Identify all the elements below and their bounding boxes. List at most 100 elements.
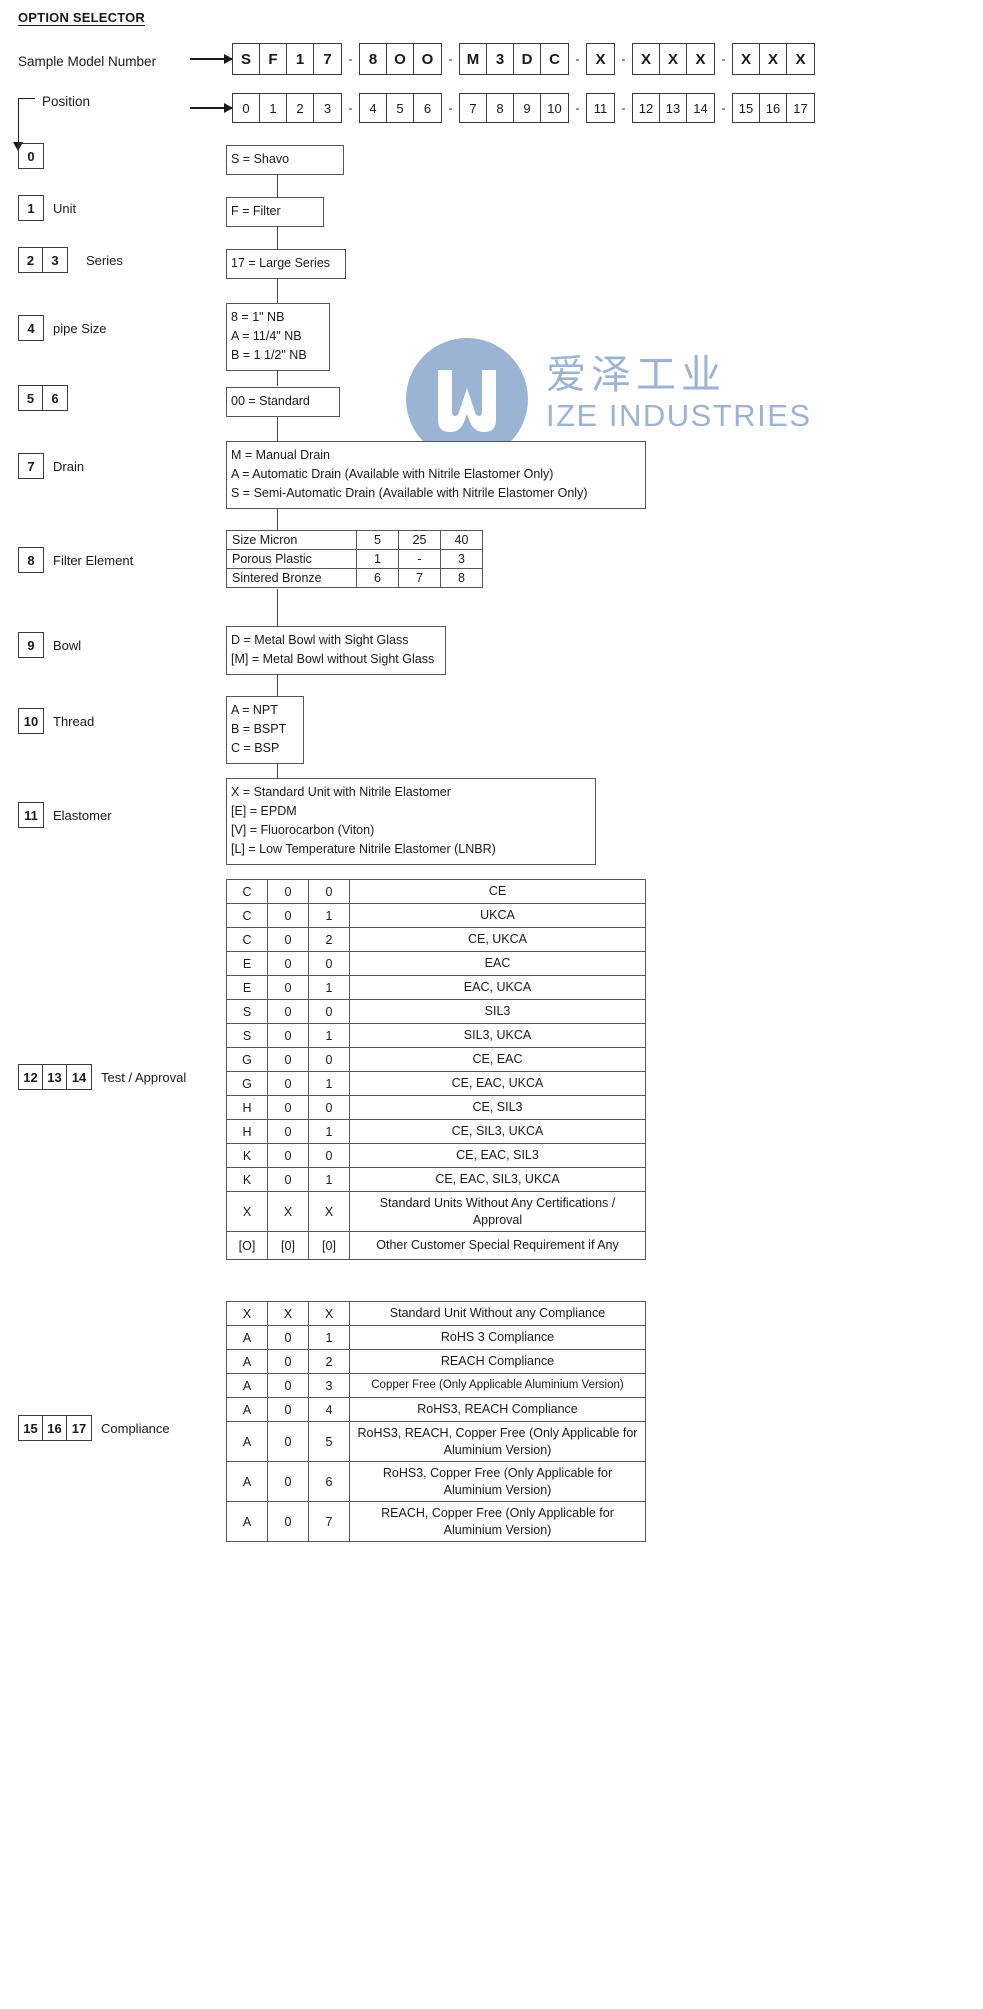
key-chip-2-3: 2 3 Series <box>18 247 123 273</box>
table-row: Size Micron 5 25 40 <box>226 530 483 550</box>
model-group-2: M 3 D C <box>459 43 569 75</box>
model-cell: X <box>795 50 806 68</box>
code-cell-1: S <box>226 1023 268 1048</box>
code-cell-2: 0 <box>267 1325 309 1350</box>
code-description: Copper Free (Only Applicable Aluminium V… <box>349 1373 646 1398</box>
sample-model-number-label: Sample Model Number <box>18 54 157 69</box>
code-description: CE, SIL3 <box>349 1095 646 1120</box>
code-cell-2: 0 <box>267 1119 309 1144</box>
key-box: 6 <box>51 390 59 406</box>
code-description: RoHS3, REACH Compliance <box>349 1397 646 1422</box>
fe-row-label: Size Micron <box>226 530 357 550</box>
position-cell: 9 <box>514 94 541 122</box>
position-cell: 8 <box>487 94 514 122</box>
option-line: 8 = 1" NB <box>231 310 285 324</box>
model-cell: 1 <box>287 44 314 74</box>
key-label: Elastomer <box>53 807 112 823</box>
fe-cell: 8 <box>440 568 483 588</box>
table-row: A 0 7 REACH, Copper Free (Only Applicabl… <box>226 1501 646 1542</box>
key-box: 3 <box>51 252 59 268</box>
code-cell-1: S <box>226 999 268 1024</box>
code-cell-3: 5 <box>308 1421 350 1462</box>
key-box: 17 <box>71 1420 87 1436</box>
code-cell-2: 0 <box>267 999 309 1024</box>
position-cell: 5 <box>387 94 414 122</box>
key-box: 10 <box>23 713 39 729</box>
position-cell: 1 <box>260 94 287 122</box>
code-description: RoHS 3 Compliance <box>349 1325 646 1350</box>
code-cell-1: G <box>226 1047 268 1072</box>
table-row: H 0 1 CE, SIL3, UKCA <box>226 1119 646 1144</box>
code-cell-1: [O] <box>226 1231 268 1260</box>
key-chip-0: 0 <box>18 143 53 169</box>
key-box: 2 <box>19 248 43 272</box>
position-group-5: 15 16 17 <box>732 93 815 123</box>
code-cell-2: 0 <box>267 1397 309 1422</box>
fe-cell: 40 <box>440 530 483 550</box>
code-cell-3: 6 <box>308 1461 350 1502</box>
code-cell-1: X <box>226 1301 268 1326</box>
code-description: Other Customer Special Requirement if An… <box>349 1231 646 1260</box>
key-boxes: 9 <box>18 632 44 658</box>
code-cell-3: 0 <box>308 951 350 976</box>
key-boxes: 7 <box>18 453 44 479</box>
option-line: A = 11/4" NB <box>231 329 302 343</box>
model-cell: X <box>733 44 760 74</box>
key-chip-4: 4 pipe Size <box>18 315 106 341</box>
option-box-thread: A = NPT B = BSPT C = BSP <box>226 696 304 764</box>
code-cell-1: A <box>226 1461 268 1502</box>
model-cell: X <box>660 44 687 74</box>
key-box: 7 <box>27 458 35 474</box>
code-cell-1: X <box>226 1191 268 1232</box>
key-label: Bowl <box>53 637 82 653</box>
key-box: 13 <box>43 1065 67 1089</box>
code-cell-3: 2 <box>308 927 350 952</box>
option-line: B = BSPT <box>231 722 287 736</box>
option-line: C = BSP <box>231 741 280 755</box>
connector-line <box>277 589 279 627</box>
code-cell-3: 1 <box>308 1071 350 1096</box>
position-cell: 2 <box>287 94 314 122</box>
model-separator: - <box>621 52 626 66</box>
model-group-1: 8 O O <box>359 43 442 75</box>
code-description: CE <box>349 879 646 904</box>
position-separator: - <box>448 101 453 115</box>
key-label: Series <box>86 252 123 268</box>
fe-cell: - <box>398 549 441 569</box>
table-row: X X X Standard Unit Without any Complian… <box>226 1301 646 1326</box>
table-row: A 0 5 RoHS3, REACH, Copper Free (Only Ap… <box>226 1421 646 1462</box>
table-row: [O] [0] [0] Other Customer Special Requi… <box>226 1231 646 1260</box>
model-cell: X <box>595 50 606 68</box>
code-cell-2: 0 <box>267 1143 309 1168</box>
code-cell-1: G <box>226 1071 268 1096</box>
code-cell-3: 0 <box>308 999 350 1024</box>
model-cell: 3 <box>487 44 514 74</box>
code-cell-3: 1 <box>308 1023 350 1048</box>
code-cell-2: 0 <box>267 1071 309 1096</box>
code-cell-1: A <box>226 1501 268 1542</box>
key-label: Filter Element <box>53 552 134 568</box>
code-description: CE, EAC, SIL3, UKCA <box>349 1167 646 1192</box>
key-boxes: 12 13 14 <box>18 1064 92 1090</box>
position-group-0: 0 1 2 3 <box>232 93 342 123</box>
code-description: RoHS3, REACH, Copper Free (Only Applicab… <box>349 1421 646 1462</box>
position-cell: 12 <box>633 94 660 122</box>
table-row: C 0 0 CE <box>226 879 646 904</box>
table-row: A 0 1 RoHS 3 Compliance <box>226 1325 646 1350</box>
option-line: D = Metal Bowl with Sight Glass <box>231 633 409 647</box>
model-cell: M <box>460 44 487 74</box>
key-chip-12-13-14: 12 13 14 Test / Approval <box>18 1064 186 1090</box>
table-row: K 0 1 CE, EAC, SIL3, UKCA <box>226 1167 646 1192</box>
key-box: 9 <box>27 637 35 653</box>
option-line: B = 1 1/2" NB <box>231 348 307 362</box>
fe-cell: 25 <box>398 530 441 550</box>
code-description: SIL3 <box>349 999 646 1024</box>
arrow-right-icon <box>190 103 233 113</box>
position-group-2: 7 8 9 10 <box>459 93 569 123</box>
table-row: A 0 6 RoHS3, Copper Free (Only Applicabl… <box>226 1461 646 1502</box>
key-chip-10: 10 Thread <box>18 708 94 734</box>
option-line: S = Shavo <box>231 152 290 166</box>
key-boxes: 15 16 17 <box>18 1415 92 1441</box>
code-cell-2: 0 <box>267 1349 309 1374</box>
code-description: CE, EAC, UKCA <box>349 1071 646 1096</box>
